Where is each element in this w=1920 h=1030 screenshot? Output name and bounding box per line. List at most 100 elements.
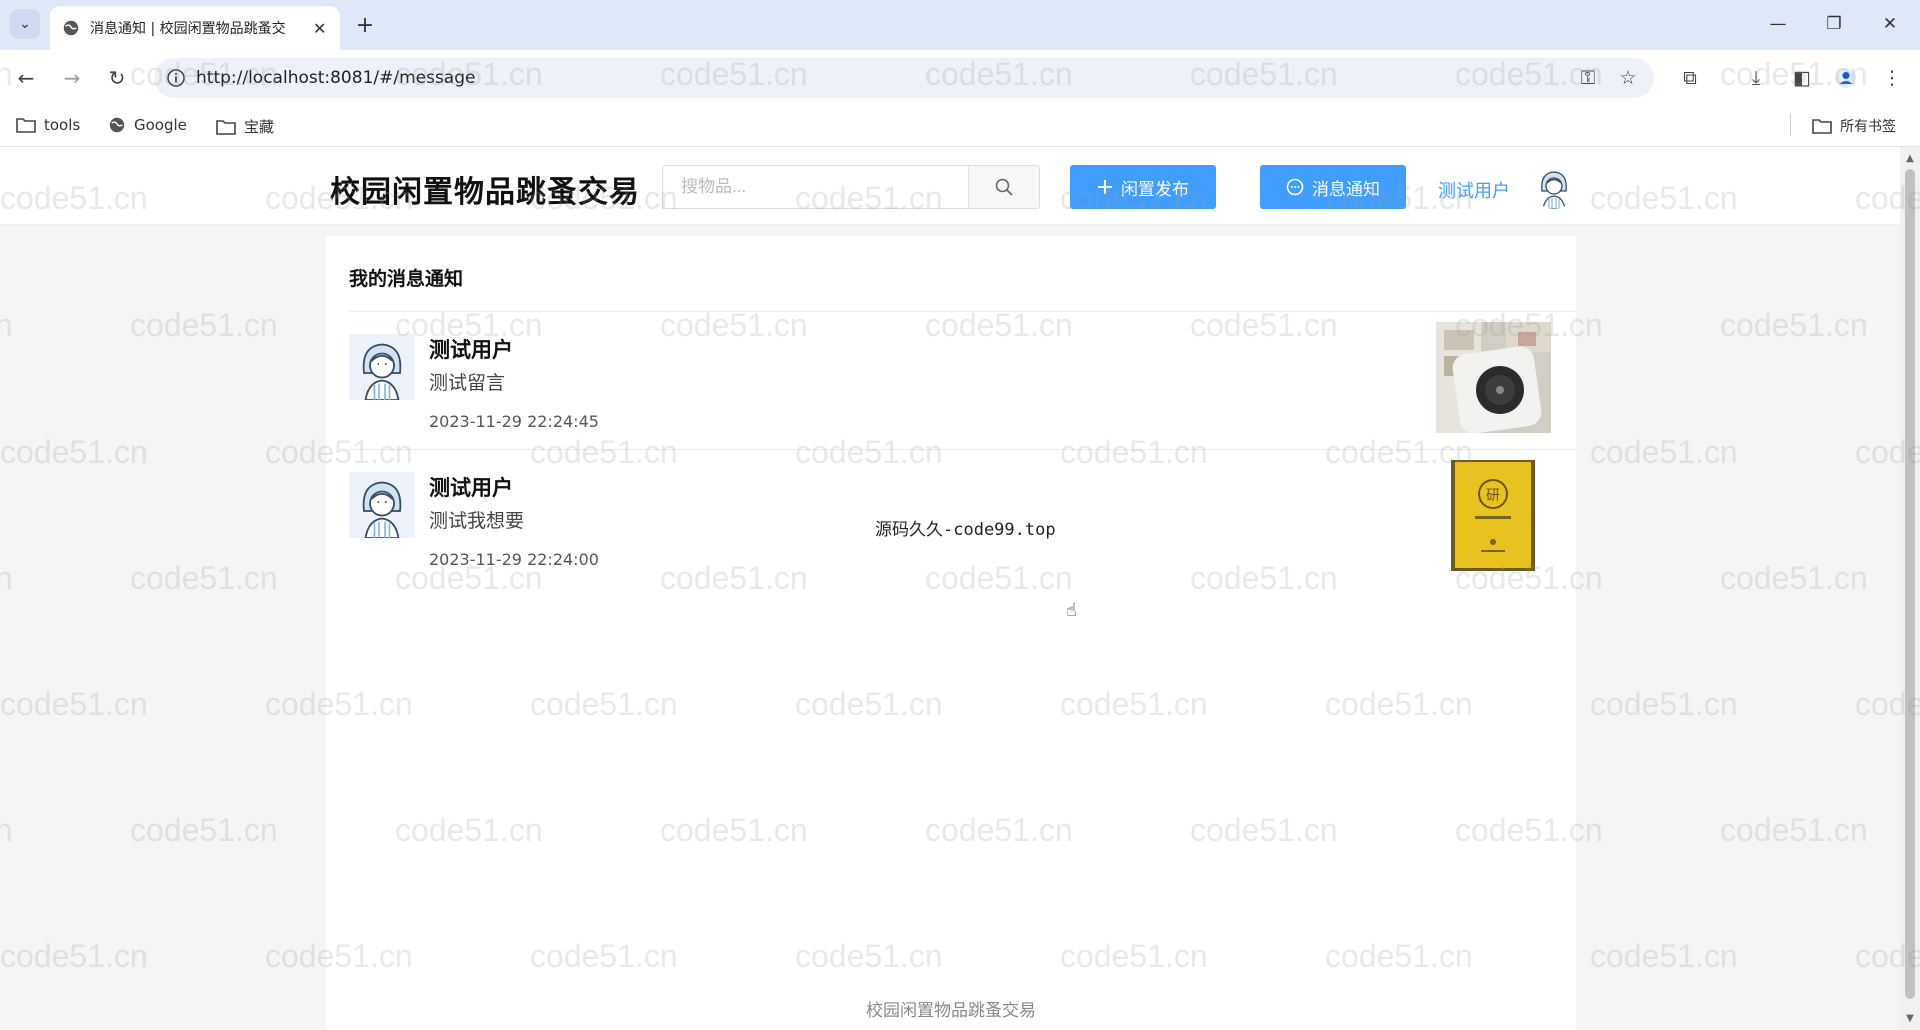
forward-button[interactable]: → [56,62,88,94]
avatar-illustration [1541,171,1567,209]
search-button[interactable] [968,166,1039,208]
reload-icon: ↻ [108,66,126,90]
side-panel-icon: ◧ [1793,67,1811,89]
search-icon [995,178,1013,196]
plus-icon [1097,179,1113,195]
watermark-text: code51.cn [0,434,148,470]
chat-icon [1286,178,1304,196]
scrollbar-thumb[interactable] [1905,169,1915,999]
info-icon[interactable] [166,68,186,88]
back-button[interactable]: ← [10,62,42,94]
bookmark-treasure[interactable]: 宝藏 [216,116,274,137]
browser-tab-strip: ⌄ 消息通知 | 校园闲置物品跳蚤交 ✕ + — ❐ ✕ [0,0,1920,50]
watermark-text: code51.cn [0,686,148,722]
menu-button[interactable]: ⋮ [1876,62,1908,94]
message-text: 测试留言 [429,372,506,394]
tab-title: 消息通知 | 校园闲置物品跳蚤交 [90,21,286,37]
watermark-text: code51.cn [1590,434,1738,470]
plus-icon: + [355,12,375,38]
search-input[interactable] [663,166,968,208]
message-sender: 测试用户 [429,338,513,362]
chevron-down-icon: ⌄ [19,16,31,32]
avatar [349,334,415,401]
watermark-text: code51.cn [1720,812,1868,848]
message-text: 测试我想要 [429,510,525,532]
browser-toolbar: ← → ↻ http://localhost:8081/#/message ⚿ … [0,50,1920,106]
restore-button[interactable]: ❐ [1814,8,1854,40]
download-icon: ⤓ [1751,67,1761,89]
arrow-left-icon: ← [17,66,35,90]
avatar [349,472,415,539]
site-logo[interactable]: 校园闲置物品跳蚤交易 [330,167,640,211]
star-icon: ☆ [1619,67,1637,89]
user-name[interactable]: 测试用户 [1438,177,1510,203]
browser-tab-active[interactable]: 消息通知 | 校园闲置物品跳蚤交 ✕ [50,6,340,50]
globe-icon [63,20,79,36]
watermark-text: code51.cn [1590,938,1738,974]
new-tab-button[interactable]: + [350,10,380,40]
message-panel: 我的消息通知 测试用户 测试留言 2023-11-29 22:24:45 测试用… [326,236,1576,1030]
folder-icon [16,118,36,133]
watermark-text: code51.cn [0,812,13,848]
message-item[interactable]: 测试用户 测试留言 2023-11-29 22:24:45 [349,312,1576,450]
globe-icon [109,117,125,133]
watermark-caption: 源码久久-code99.top [875,520,1056,540]
password-key-button[interactable]: ⚿ [1572,62,1604,94]
tab-search-button[interactable]: ⌄ [10,9,40,39]
watermark-text: code51.cn [130,307,278,343]
reload-button[interactable]: ↻ [101,62,133,94]
page-title: 我的消息通知 [349,268,464,290]
watermark-text: code51.cn [0,938,148,974]
message-button[interactable]: 消息通知 [1260,165,1406,209]
downloads-button[interactable]: ⤓ [1740,62,1772,94]
bookmark-tools[interactable]: tools [16,116,80,134]
folder-icon [216,119,236,135]
profile-button[interactable] [1830,62,1862,94]
url-text: http://localhost:8081/#/message [196,68,476,88]
close-icon: ✕ [1882,14,1898,34]
key-icon: ⚿ [1580,67,1596,89]
message-sender: 测试用户 [429,476,513,500]
arrow-right-icon: → [63,66,81,90]
scroll-up-icon[interactable]: ▲ [1904,153,1916,165]
bookmark-google[interactable]: Google [108,116,187,134]
side-panel-button[interactable]: ◧ [1786,62,1818,94]
bookmarks-divider [1790,114,1791,136]
speaker-product-image [1436,322,1551,433]
extensions-button[interactable]: ⧉ [1674,62,1706,94]
page-scrollbar[interactable]: ▲ ▼ [1900,147,1920,1030]
profile-icon [1836,68,1856,88]
all-bookmarks[interactable]: 所有书签 [1812,116,1896,136]
bookmarks-bar: tools Google 宝藏 所有书签 [0,106,1920,147]
folder-icon [1812,119,1832,134]
minimize-icon: — [1769,14,1787,34]
message-time: 2023-11-29 22:24:00 [429,550,599,569]
item-thumbnail[interactable] [1436,322,1551,433]
svg-text:研: 研 [1486,488,1500,504]
scroll-down-icon[interactable]: ▼ [1904,1013,1916,1025]
search-box [662,165,1040,209]
window-close-button[interactable]: ✕ [1870,8,1910,40]
watermark-text: code51.cn [1720,307,1868,343]
watermark-text: code51.cn [1590,686,1738,722]
hand-cursor-icon: ☝ [1066,600,1077,621]
book-cover-image: 研 [1451,460,1535,571]
minimize-button[interactable]: — [1758,8,1798,40]
publish-button[interactable]: 闲置发布 [1070,165,1216,209]
address-bar[interactable]: http://localhost:8081/#/message ⚿ ☆ [154,58,1654,98]
watermark-text: code51.cn [130,560,278,596]
avatar[interactable] [1532,165,1576,209]
restore-icon: ❐ [1826,14,1842,34]
item-thumbnail[interactable]: 研 [1451,460,1535,571]
page-footer: 校园闲置物品跳蚤交易 [866,1001,1036,1021]
watermark-text: code51.cn [1720,560,1868,596]
site-header: 校园闲置物品跳蚤交易 闲置发布 消息通知 测试用户 [0,147,1900,225]
watermark-text: code51.cn [0,307,13,343]
message-time: 2023-11-29 22:24:45 [429,412,599,431]
watermark-text: code51.cn [130,812,278,848]
close-icon[interactable]: ✕ [313,19,326,38]
bookmark-star-button[interactable]: ☆ [1612,62,1644,94]
puzzle-icon: ⧉ [1683,67,1697,89]
more-vertical-icon: ⋮ [1882,67,1902,89]
watermark-text: code51.cn [0,560,13,596]
